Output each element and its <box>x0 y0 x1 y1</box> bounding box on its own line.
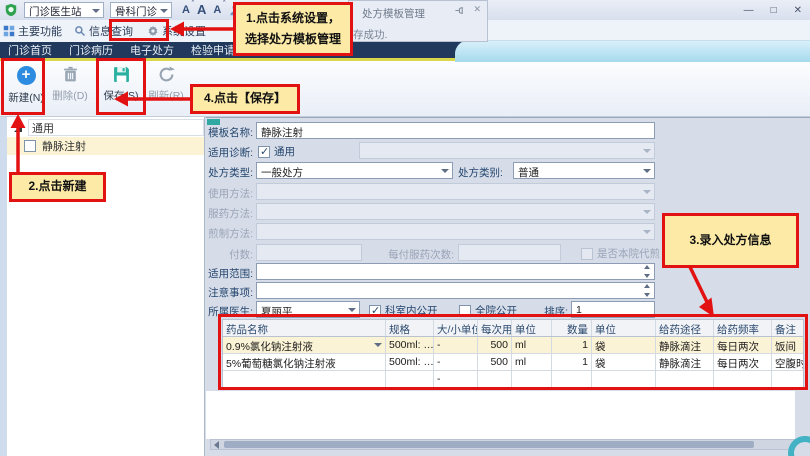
diagnosis-general-checkbox[interactable]: 通用 <box>258 144 295 159</box>
workstation-select-value: 门诊医生站 <box>29 6 82 18</box>
rx-type-label: 处方类型: <box>196 162 253 180</box>
scrollbar-thumb[interactable] <box>224 441 754 448</box>
tab-lab-request[interactable]: 检验申请 <box>191 42 235 58</box>
hospital-decoct-checkbox[interactable]: 是否本院代煎 <box>581 246 660 261</box>
rx-type-select[interactable]: 一般处方 <box>256 162 453 179</box>
chevron-down-icon <box>643 169 651 173</box>
font-normal-icon[interactable]: A <box>197 4 206 16</box>
department-select[interactable]: 骨科门诊 <box>110 2 172 18</box>
usage-method-label: 使用方法: <box>196 183 253 201</box>
decoct-method-select[interactable] <box>256 223 655 240</box>
times-per-dose-input[interactable] <box>458 244 561 261</box>
chevron-down-icon <box>643 210 651 214</box>
taking-method-label: 服药方法: <box>196 203 253 221</box>
save-success-message: 存成功. <box>353 27 387 42</box>
font-increase-icon[interactable]: Aˆ <box>182 4 190 16</box>
department-select-value: 骨科门诊 <box>115 6 157 18</box>
spin-up-icon <box>644 284 650 288</box>
grid-icon <box>3 25 15 37</box>
font-size-controls: Aˆ A Aˆ <box>182 4 221 16</box>
template-manager-float-window: 处方模板管理 ✕ 存成功. <box>348 0 488 42</box>
maximize-button[interactable]: □ <box>771 5 777 16</box>
tree-group-general[interactable]: 通用 <box>7 119 204 136</box>
usage-method-select[interactable] <box>256 183 655 200</box>
notes-input[interactable] <box>256 282 655 299</box>
doses-input[interactable] <box>256 244 362 261</box>
doses-label: 付数: <box>196 244 253 262</box>
times-per-dose-label: 每付服药次数: <box>366 244 454 262</box>
tree-group-label: 通用 <box>32 120 54 136</box>
pin-icon[interactable] <box>454 5 465 16</box>
template-tree-panel: 通用 静脉注射 <box>7 117 205 456</box>
refresh-button[interactable]: 刷新(R) <box>144 66 188 103</box>
tab-outpatient-home[interactable]: 门诊首页 <box>8 42 52 58</box>
float-close-icon[interactable]: ✕ <box>473 4 481 15</box>
spinner-buttons[interactable] <box>641 265 653 278</box>
refresh-icon <box>158 66 175 83</box>
menu-main-functions[interactable]: 主要功能 <box>3 23 62 39</box>
annotation-step2: 2.点击新建 <box>9 172 106 202</box>
notification-band <box>455 40 810 62</box>
checkbox-icon[interactable] <box>581 248 593 260</box>
tab-medical-record[interactable]: 门诊病历 <box>69 42 113 58</box>
annotation-step3: 3.录入处方信息 <box>662 213 799 268</box>
tree-expanded-icon[interactable] <box>14 124 22 132</box>
chevron-down-icon <box>441 169 449 173</box>
chevron-down-icon <box>92 9 100 13</box>
window-controls: — □ ✕ <box>744 0 802 20</box>
spin-up-icon <box>644 265 650 269</box>
workstation-select[interactable]: 门诊医生站 <box>24 2 104 18</box>
highlight-box-system-settings <box>109 19 169 41</box>
chevron-down-icon <box>643 190 651 194</box>
shield-icon <box>4 3 18 17</box>
highlight-box-drug-table <box>218 314 808 390</box>
minimize-button[interactable]: — <box>744 5 754 16</box>
delete-button-label: 删除(D) <box>52 88 88 103</box>
rx-class-label: 处方类别: <box>458 162 503 180</box>
template-detail-pane: 模板名称: 静脉注射 适用诊断: 通用 处方类型: 一般处方 处方类别: 普通 … <box>206 117 810 456</box>
notes-label: 注意事项: <box>196 282 253 300</box>
search-icon <box>74 25 86 37</box>
scope-input[interactable] <box>256 263 655 280</box>
chevron-down-icon <box>643 230 651 234</box>
diagnosis-label: 适用诊断: <box>196 142 253 160</box>
spin-down-icon <box>644 293 650 297</box>
annotation-step4: 4.点击【保存】 <box>190 84 300 114</box>
refresh-button-label: 刷新(R) <box>148 88 184 103</box>
template-name-input[interactable]: 静脉注射 <box>256 122 655 139</box>
chevron-down-icon <box>643 149 651 153</box>
decoct-method-label: 煎制方法: <box>196 223 253 241</box>
template-name-label: 模板名称: <box>196 122 253 140</box>
font-decrease-icon[interactable]: Aˆ <box>213 4 221 16</box>
tree-item-label: 静脉注射 <box>42 138 86 154</box>
spinner-buttons[interactable] <box>641 284 653 297</box>
tab-e-prescription[interactable]: 电子处方 <box>130 42 174 58</box>
tree-item-checkbox[interactable] <box>24 140 36 152</box>
menu-label: 主要功能 <box>18 23 62 39</box>
taking-method-select[interactable] <box>256 203 655 220</box>
close-button[interactable]: ✕ <box>794 5 802 16</box>
grid-empty-area <box>206 391 795 439</box>
chevron-down-icon <box>348 308 356 312</box>
rx-class-select[interactable]: 普通 <box>513 162 655 179</box>
chevron-down-icon <box>160 9 168 13</box>
float-window-title: 处方模板管理 <box>362 6 425 21</box>
diagnosis-select[interactable] <box>359 142 655 159</box>
scope-label: 适用范围: <box>196 263 253 281</box>
scroll-left-icon[interactable] <box>214 441 219 449</box>
collapsed-panel-strip[interactable] <box>0 117 7 456</box>
delete-button[interactable]: 删除(D) <box>48 66 92 103</box>
checkbox-checked-icon[interactable] <box>258 146 270 158</box>
horizontal-scrollbar[interactable] <box>210 439 795 450</box>
highlight-box-new-button <box>1 58 45 115</box>
trash-icon <box>62 66 79 83</box>
annotation-step1: 1.点击系统设置， 选择处方模板管理 <box>233 2 353 56</box>
tree-item-iv-injection[interactable]: 静脉注射 <box>7 137 204 155</box>
outpatient-workstation-window: 门诊医生站 骨科门诊 Aˆ A Aˆ — □ ✕ 主要功能 信息查询 <box>0 0 810 456</box>
spin-down-icon <box>644 274 650 278</box>
highlight-box-save-button <box>96 58 146 115</box>
